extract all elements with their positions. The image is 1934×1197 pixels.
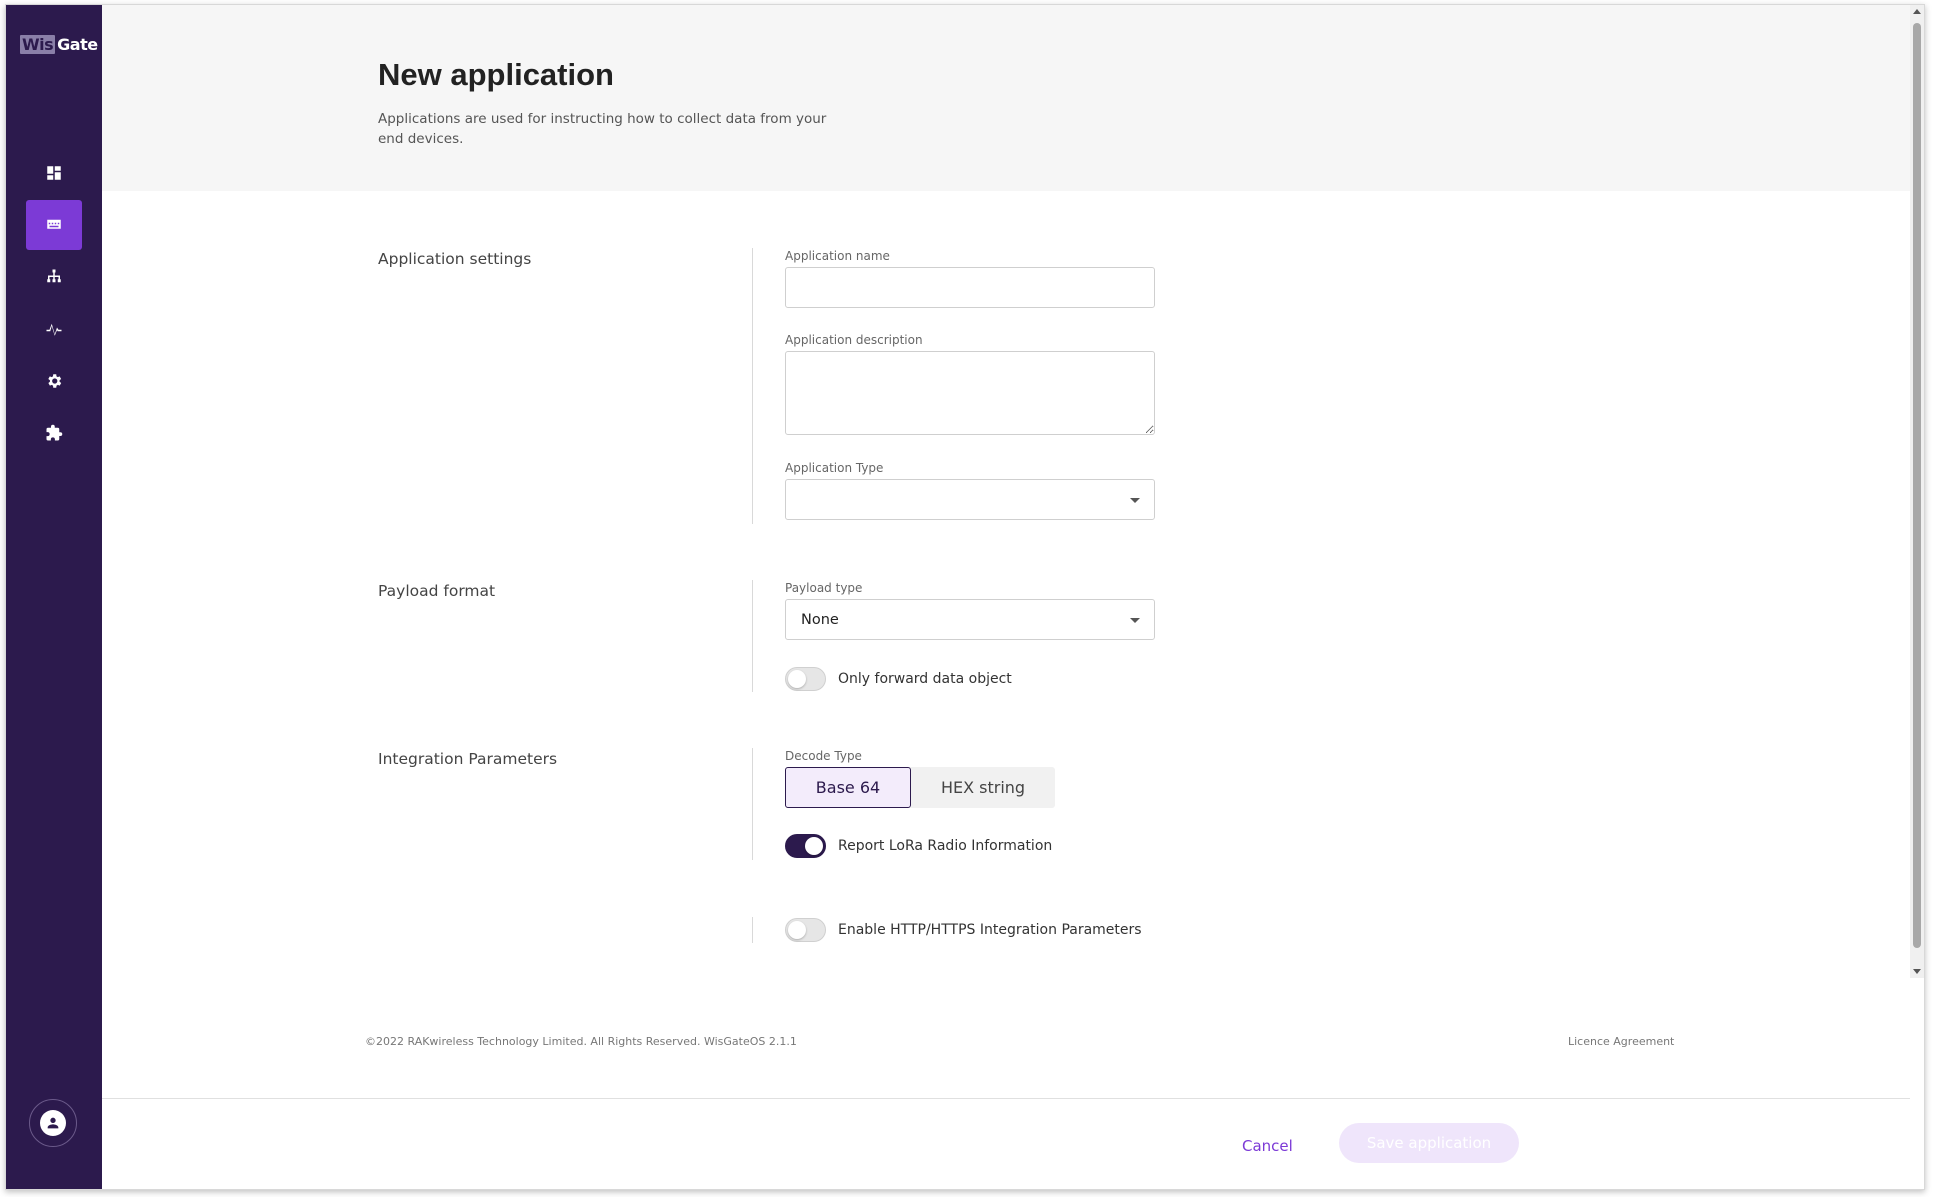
dashboard-icon <box>47 166 61 180</box>
application-type-label: Application Type <box>785 461 884 475</box>
report-lora-label: Report LoRa Radio Information <box>838 838 1053 854</box>
main-content: New application Applications are used fo… <box>102 5 1910 1189</box>
activity-icon <box>46 323 62 336</box>
sidebar-item-activity[interactable] <box>26 304 82 354</box>
application-description-input[interactable] <box>785 351 1155 435</box>
forward-data-object-label: Only forward data object <box>838 671 1012 687</box>
section-divider <box>752 748 753 860</box>
payload-type-select[interactable]: None <box>785 599 1155 640</box>
section-divider <box>752 248 753 524</box>
chevron-down-icon <box>1130 498 1140 503</box>
payload-type-value: None <box>801 611 839 628</box>
action-bar: Cancel Save application <box>102 1098 1910 1189</box>
payload-type-label: Payload type <box>785 581 863 595</box>
page-header: New application Applications are used fo… <box>102 5 1910 191</box>
app-window: Wis Gate New application Applications ar… <box>5 4 1925 1190</box>
copyright-text: ©2022 RAKwireless Technology Limited. Al… <box>365 1035 797 1048</box>
scrollbar-thumb[interactable] <box>1913 23 1921 948</box>
network-icon <box>47 269 61 283</box>
application-name-label: Application name <box>785 249 890 263</box>
sidebar-item-network[interactable] <box>26 252 82 302</box>
wisgate-logo[interactable]: Wis Gate <box>20 35 98 54</box>
applications-icon <box>47 219 61 229</box>
scroll-up-icon[interactable] <box>1913 9 1921 14</box>
report-lora-toggle[interactable] <box>785 834 826 858</box>
section-divider <box>752 580 753 692</box>
vertical-scrollbar[interactable] <box>1910 5 1924 978</box>
save-application-button[interactable]: Save application <box>1339 1123 1519 1163</box>
user-profile-button[interactable] <box>29 1099 77 1147</box>
decode-type-hex-button[interactable]: HEX string <box>911 767 1055 808</box>
report-lora-row: Report LoRa Radio Information <box>785 834 1052 858</box>
forward-data-object-toggle[interactable] <box>785 667 826 691</box>
application-description-label: Application description <box>785 333 923 347</box>
scroll-down-icon[interactable] <box>1913 969 1921 974</box>
sidebar: Wis Gate <box>6 5 102 1189</box>
chevron-down-icon <box>1130 618 1140 623</box>
enable-http-toggle[interactable] <box>785 918 826 942</box>
section-label-payload-format: Payload format <box>378 582 496 600</box>
application-name-input[interactable] <box>785 267 1155 308</box>
section-label-integration-parameters: Integration Parameters <box>378 750 558 768</box>
sidebar-item-extensions[interactable] <box>26 408 82 458</box>
user-icon <box>47 1117 59 1129</box>
section-divider <box>752 917 753 943</box>
sidebar-item-settings[interactable] <box>26 356 82 406</box>
section-label-application-settings: Application settings <box>378 250 532 268</box>
page-subtitle: Applications are used for instructing ho… <box>378 111 827 147</box>
forward-data-object-row: Only forward data object <box>785 667 1012 691</box>
puzzle-icon <box>46 424 63 441</box>
cancel-button[interactable]: Cancel <box>1242 1137 1293 1155</box>
decode-type-segmented-control: Base 64 HEX string <box>785 767 1055 808</box>
decode-type-base64-button[interactable]: Base 64 <box>785 767 911 808</box>
licence-agreement-link[interactable]: Licence Agreement <box>1568 1035 1674 1048</box>
application-type-select[interactable] <box>785 479 1155 520</box>
sidebar-item-dashboard[interactable] <box>26 148 82 198</box>
page-title: New application <box>378 57 614 92</box>
enable-http-row: Enable HTTP/HTTPS Integration Parameters <box>785 918 1142 942</box>
sidebar-item-applications[interactable] <box>26 200 82 250</box>
gear-icon <box>48 374 62 388</box>
enable-http-label: Enable HTTP/HTTPS Integration Parameters <box>838 922 1142 938</box>
decode-type-label: Decode Type <box>785 749 862 763</box>
